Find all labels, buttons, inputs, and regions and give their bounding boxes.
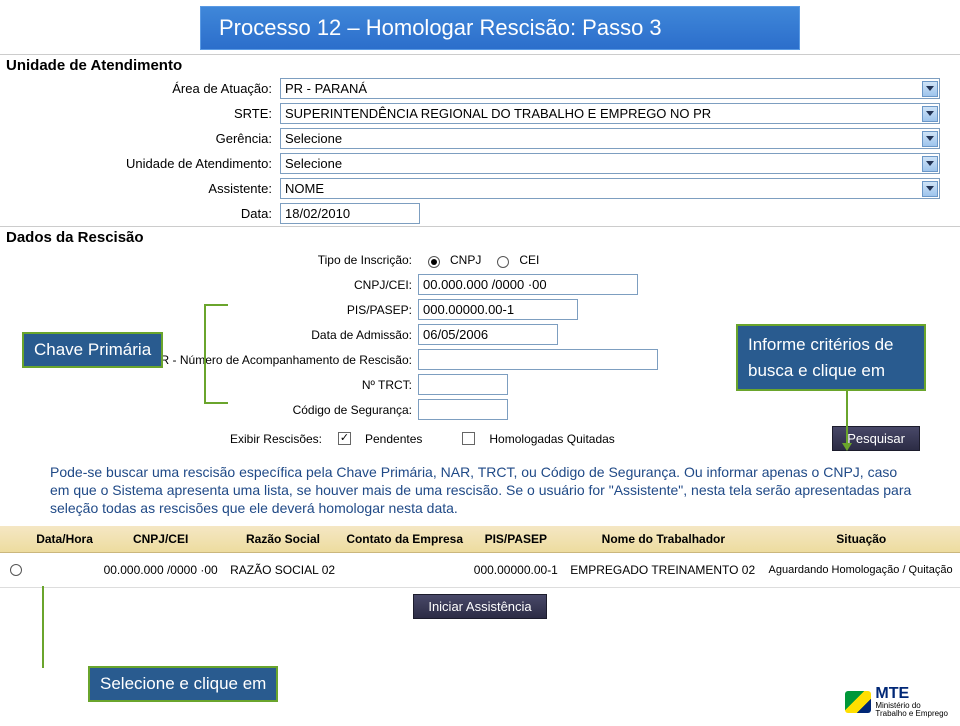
- connector-line-icon: [42, 586, 44, 668]
- cell-pis: 000.00000.00-1: [467, 552, 564, 587]
- input-data-adm[interactable]: 06/05/2006: [418, 324, 558, 345]
- select-srte[interactable]: SUPERINTENDÊNCIA REGIONAL DO TRABALHO E …: [280, 103, 940, 124]
- select-unidade-at[interactable]: Selecione: [280, 153, 940, 174]
- page-title: Processo 12 – Homologar Rescisão: Passo …: [200, 6, 800, 50]
- label-assistente: Assistente:: [0, 181, 280, 196]
- radio-cnpj[interactable]: [428, 256, 440, 268]
- section-unidade: Unidade de Atendimento: [0, 54, 960, 76]
- col-razao: Razão Social: [224, 526, 342, 553]
- help-text: Pode-se buscar uma rescisão específica p…: [0, 455, 960, 526]
- cell-situacao: Aguardando Homologação / Quitação: [763, 552, 960, 587]
- col-datahora: Data/Hora: [32, 526, 97, 553]
- chevron-down-icon: [922, 81, 938, 97]
- results-table: Data/Hora CNPJ/CEI Razão Social Contato …: [0, 526, 960, 588]
- title-text: Processo 12 – Homologar Rescisão: Passo …: [219, 15, 662, 40]
- label-data: Data:: [0, 206, 280, 221]
- input-nar[interactable]: [418, 349, 658, 370]
- callout-chave-primaria: Chave Primária: [22, 332, 163, 368]
- chevron-down-icon: [922, 181, 938, 197]
- col-situacao: Situação: [763, 526, 960, 553]
- opt-cei: CEI: [519, 253, 539, 267]
- select-gerencia[interactable]: Selecione: [280, 128, 940, 149]
- chevron-down-icon: [922, 156, 938, 172]
- section-dados: Dados da Rescisão: [0, 226, 960, 248]
- cell-razao: RAZÃO SOCIAL 02: [224, 552, 342, 587]
- chevron-down-icon: [922, 131, 938, 147]
- label-srte: SRTE:: [0, 106, 280, 121]
- label-exibir: Exibir Rescisões:: [0, 432, 328, 446]
- label-cod-seg: Código de Segurança:: [0, 403, 418, 417]
- flag-icon: [845, 691, 871, 713]
- label-tipo-inscricao: Tipo de Inscrição:: [0, 253, 418, 267]
- cell-cnpj: 00.000.000 /0000 ·00: [97, 552, 224, 587]
- col-cnpj: CNPJ/CEI: [97, 526, 224, 553]
- cell-nome: EMPREGADO TREINAMENTO 02: [564, 552, 762, 587]
- cell-contato: [342, 552, 468, 587]
- text-homologadas: Homologadas Quitadas: [489, 432, 614, 446]
- row-radio[interactable]: [10, 564, 22, 576]
- callout-informe: Informe critérios de busca e clique em: [736, 324, 926, 391]
- radio-cei[interactable]: [497, 256, 509, 268]
- col-contato: Contato da Empresa: [342, 526, 468, 553]
- col-pis: PIS/PASEP: [467, 526, 564, 553]
- select-assistente[interactable]: NOME: [280, 178, 940, 199]
- label-gerencia: Gerência:: [0, 131, 280, 146]
- label-cnpjcei: CNPJ/CEI:: [0, 278, 418, 292]
- checkbox-pendentes[interactable]: [338, 432, 351, 445]
- iniciar-assistencia-button[interactable]: Iniciar Assistência: [413, 594, 546, 619]
- cell-datahora: [32, 552, 97, 587]
- col-select: [0, 526, 32, 553]
- chevron-down-icon: [922, 106, 938, 122]
- mte-logo: MTE Ministério do Trabalho e Emprego: [845, 686, 948, 718]
- bracket-icon: [204, 304, 228, 404]
- input-pis[interactable]: 000.00000.00-1: [418, 299, 578, 320]
- opt-cnpj: CNPJ: [450, 253, 481, 267]
- col-nome: Nome do Trabalhador: [564, 526, 762, 553]
- input-data[interactable]: 18/02/2010: [280, 203, 420, 224]
- checkbox-homologadas[interactable]: [462, 432, 475, 445]
- input-cod-seg[interactable]: [418, 399, 508, 420]
- text-pendentes: Pendentes: [365, 432, 422, 446]
- select-area[interactable]: PR - PARANÁ: [280, 78, 940, 99]
- label-area: Área de Atuação:: [0, 81, 280, 96]
- callout-selecione: Selecione e clique em: [88, 666, 278, 702]
- label-unidade-at: Unidade de Atendimento:: [0, 156, 280, 171]
- table-row: 00.000.000 /0000 ·00 RAZÃO SOCIAL 02 000…: [0, 552, 960, 587]
- input-cnpjcei[interactable]: 00.000.000 /0000 ·00: [418, 274, 638, 295]
- input-trct[interactable]: [418, 374, 508, 395]
